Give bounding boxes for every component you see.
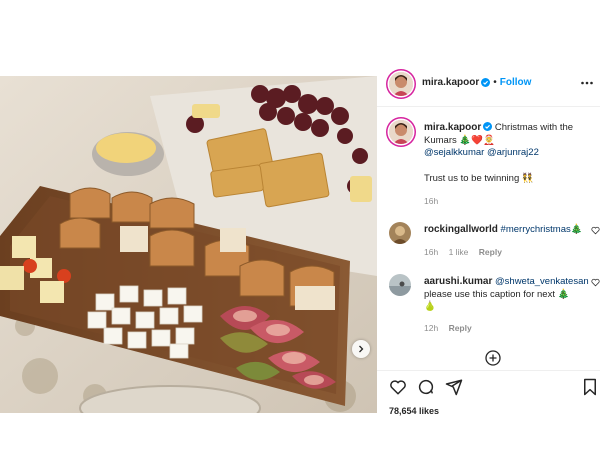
comment-mention[interactable]: @shweta_venkatesan <box>495 276 589 287</box>
more-options-icon[interactable] <box>580 76 594 93</box>
header-divider <box>377 106 600 107</box>
comment-item: aarushi.kumar @shweta_venkatesan please … <box>377 272 600 336</box>
verified-badge-icon <box>481 78 491 87</box>
caption-block: mira.kapoor Christmas with the Kumars 🎄❤… <box>377 118 600 208</box>
caption-mention-1[interactable]: @sejalkkumar <box>424 147 484 158</box>
caption-line-2: Trust us to be twinning <box>424 172 520 184</box>
avatar-image <box>389 274 411 296</box>
heart-icon[interactable] <box>591 278 600 287</box>
comment-text: aarushi.kumar @shweta_venkatesan please … <box>424 276 592 314</box>
comment-text: rockingallworld #merrychristmas🎄 <box>424 224 592 237</box>
caption-username[interactable]: mira.kapoor <box>424 122 481 133</box>
comment-item: rockingallworld #merrychristmas🎄 16h 1 l… <box>377 220 600 260</box>
caption-time: 16h <box>424 196 439 206</box>
likes-count[interactable]: 78,654 likes <box>389 406 439 416</box>
comment-username[interactable]: aarushi.kumar <box>424 276 492 287</box>
actions-divider <box>377 370 600 371</box>
heart-icon[interactable] <box>389 378 407 396</box>
comment-time: 16h <box>424 247 439 257</box>
comment-username[interactable]: rockingallworld <box>424 224 498 235</box>
verified-badge-icon <box>483 122 493 131</box>
comment-likes[interactable]: 1 like <box>449 247 469 257</box>
commenter-avatar[interactable] <box>389 222 411 244</box>
comment-meta: 16h 1 like Reply <box>424 247 510 257</box>
caption-line-2-emoji: 👯 <box>521 172 534 184</box>
comment-icon[interactable] <box>417 378 435 396</box>
comment-time: 12h <box>424 323 439 333</box>
next-image-button[interactable] <box>352 340 370 358</box>
post-header: mira.kapoor • Follow <box>377 72 600 96</box>
comment-emoji: 🎄 <box>557 288 570 300</box>
post-side-panel: mira.kapoor • Follow mira.kapoor Christm… <box>377 72 600 416</box>
caption-mention-2[interactable]: @arjunraj22 <box>487 147 539 158</box>
comment-hashtag[interactable]: #merrychristmas <box>501 224 571 235</box>
comment-emoji: 🎄 <box>570 224 583 235</box>
bookmark-icon[interactable] <box>582 378 598 396</box>
follow-button[interactable]: Follow <box>500 77 532 88</box>
post-photo <box>0 76 377 413</box>
plus-circle-icon[interactable] <box>485 350 501 366</box>
avatar-image <box>389 120 413 144</box>
reply-button[interactable]: Reply <box>449 323 472 333</box>
reply-button[interactable]: Reply <box>479 247 502 257</box>
commenter-avatar[interactable] <box>389 274 411 296</box>
share-icon[interactable] <box>445 378 463 396</box>
photo-cheese-board <box>0 76 377 413</box>
author-avatar[interactable] <box>389 72 413 96</box>
caption-avatar[interactable] <box>389 120 413 144</box>
action-bar <box>377 378 600 398</box>
caption-meta: 16h <box>424 196 446 206</box>
caption-text: mira.kapoor Christmas with the Kumars 🎄❤… <box>424 122 592 185</box>
heart-icon[interactable] <box>591 226 600 235</box>
header-separator: • <box>493 77 497 88</box>
comment-emoji-2: 🍐 <box>424 301 436 312</box>
chevron-right-icon <box>359 345 364 353</box>
author-username[interactable]: mira.kapoor <box>422 77 479 88</box>
avatar-image <box>389 222 411 244</box>
avatar-image <box>389 72 413 96</box>
comment-meta: 12h Reply <box>424 323 480 333</box>
caption-emoji: 🎄❤️🤶 <box>459 134 495 146</box>
comment-body: please use this caption for next <box>424 288 555 300</box>
